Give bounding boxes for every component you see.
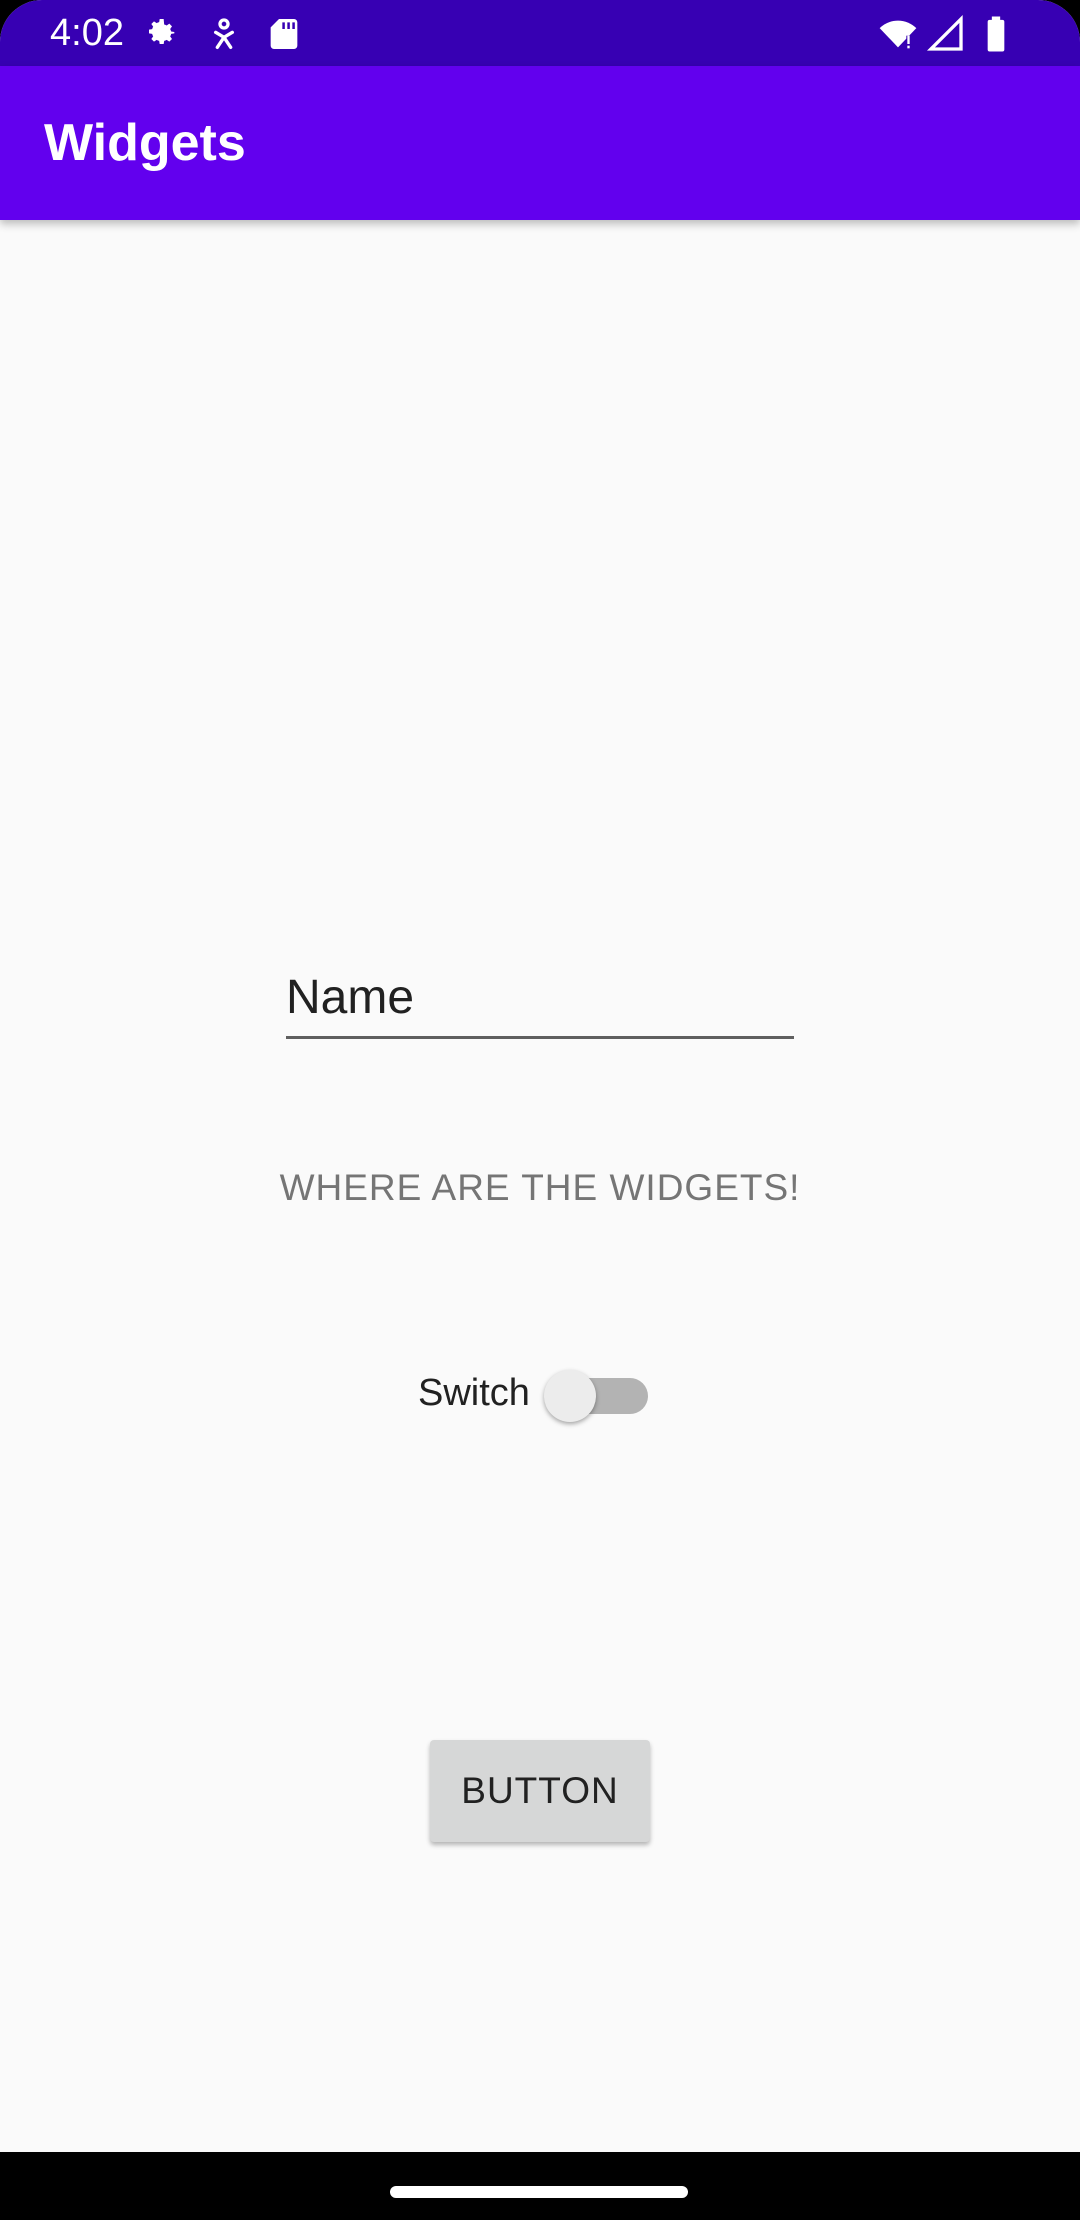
app-bar: Widgets <box>0 66 1080 220</box>
wifi-icon <box>878 14 918 54</box>
switch-row[interactable]: Switch <box>418 1364 658 1424</box>
cell-signal-icon <box>926 14 966 54</box>
name-field <box>286 960 794 1040</box>
settings-gear-icon <box>140 14 180 54</box>
status-bar: 4:02 <box>0 0 1080 66</box>
home-gesture-handle[interactable] <box>390 2186 688 2198</box>
battery-icon <box>976 14 1016 54</box>
switch-label: Switch <box>418 1372 530 1414</box>
status-time: 4:02 <box>50 12 124 54</box>
sd-card-icon <box>264 14 304 54</box>
main-button[interactable]: BUTTON <box>430 1740 650 1842</box>
name-input[interactable] <box>286 960 794 1034</box>
widgets-label: WHERE ARE THE WIDGETS! <box>279 1167 801 1208</box>
switch-thumb[interactable] <box>544 1370 596 1422</box>
app-screen: 4:02 Widgets WHERE ARE THE WIDGETS! Swit… <box>0 0 1080 2220</box>
name-input-underline <box>286 1036 794 1039</box>
accessibility-icon <box>204 14 244 54</box>
navigation-bar <box>0 2152 1080 2220</box>
app-title: Widgets <box>44 114 246 172</box>
